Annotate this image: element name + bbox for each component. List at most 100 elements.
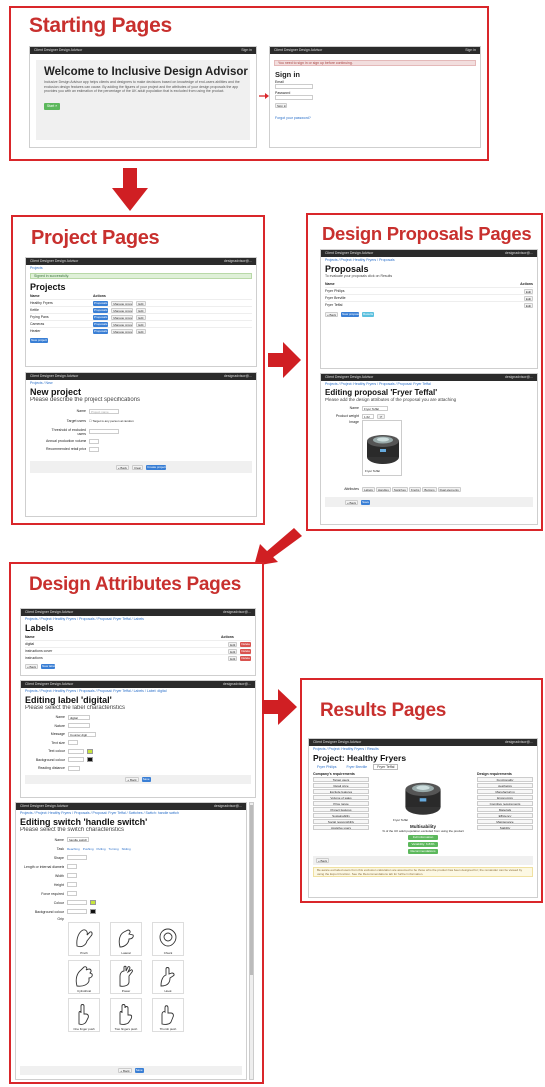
new-proposal-button[interactable]: New proposal	[341, 312, 360, 317]
requirement-item[interactable]: Social responsibility	[313, 819, 369, 824]
grip-option[interactable]: Lateral	[110, 922, 142, 956]
save-button[interactable]: Save	[141, 776, 151, 782]
proposals-button[interactable]: Proposals	[93, 328, 109, 334]
field-input[interactable]	[68, 740, 78, 746]
email-field[interactable]	[275, 84, 313, 89]
colour-swatch[interactable]	[90, 900, 96, 905]
manage-properties-button[interactable]: Manage properties	[111, 314, 134, 320]
proposals-button[interactable]: Proposals	[93, 300, 109, 306]
result-button[interactable]: Recommendations	[408, 849, 438, 854]
proposals-button[interactable]: Proposals	[93, 321, 109, 327]
attribute-button[interactable]: Handles	[375, 486, 391, 492]
requirement-item[interactable]: Materials	[477, 807, 533, 812]
back-button[interactable]: « Back	[125, 776, 139, 782]
field-input[interactable]	[67, 864, 77, 869]
grip-option[interactable]: Two fingers push	[110, 998, 142, 1032]
manage-properties-button[interactable]: Manage properties	[111, 307, 134, 313]
name-input[interactable]: Project name	[89, 408, 119, 414]
edit-button[interactable]: Edit	[523, 295, 533, 301]
field-input[interactable]	[67, 873, 77, 878]
proposals-button[interactable]: Proposals	[93, 307, 109, 313]
create-project-button[interactable]: Create project	[146, 464, 167, 470]
field-input[interactable]	[67, 891, 77, 896]
manage-properties-button[interactable]: Manage properties	[111, 300, 134, 306]
back-button[interactable]: « Back	[115, 464, 129, 470]
grip-option[interactable]: One finger push	[68, 998, 100, 1032]
volume-input[interactable]	[89, 438, 99, 444]
proposals-button[interactable]: Proposals	[93, 314, 109, 320]
task-checkbox[interactable]: Sliding	[122, 847, 131, 851]
grip-option[interactable]: Thumb push	[152, 998, 184, 1032]
field-input[interactable]	[68, 765, 80, 771]
edit-button[interactable]: Edit	[136, 300, 146, 306]
attribute-button[interactable]: Switches	[391, 486, 408, 492]
requirement-item[interactable]: Efficiency	[477, 813, 533, 818]
tab-proposal[interactable]: Fryer Breville	[342, 764, 371, 770]
requirement-item[interactable]: Volume of sales	[313, 795, 369, 800]
tab-proposal[interactable]: Fryer Teffal	[373, 764, 399, 770]
task-checkbox[interactable]: Reaching	[67, 847, 80, 851]
attribute-button[interactable]: Dual elements	[437, 486, 461, 492]
price-input[interactable]	[89, 446, 99, 452]
requirement-item[interactable]: Aesthetics	[477, 783, 533, 788]
requirement-item[interactable]: Ergonomics	[477, 795, 533, 800]
edit-button[interactable]: Edit	[523, 302, 533, 308]
field-input[interactable]	[67, 855, 87, 860]
requirement-item[interactable]: Functionality	[477, 777, 533, 782]
signin-button[interactable]: Sign in	[275, 103, 287, 108]
task-checkbox[interactable]: Pushing	[83, 847, 94, 851]
back-button[interactable]: « Back	[25, 664, 39, 669]
attribute-button[interactable]: Buttons	[422, 486, 437, 492]
field-input[interactable]: Counter digit	[68, 731, 96, 737]
field-input[interactable]: handle switch	[67, 837, 89, 842]
requirement-item[interactable]: Cognitive requirements	[477, 801, 533, 806]
edit-button[interactable]: Edit	[228, 655, 238, 661]
field-input[interactable]	[68, 723, 90, 729]
back-button[interactable]: « Back	[325, 312, 339, 317]
field-input[interactable]: digital	[68, 714, 90, 720]
forgot-password-link[interactable]: Forgot your password?	[275, 116, 475, 120]
requirement-item[interactable]: Manufacturing	[477, 789, 533, 794]
field-input[interactable]	[68, 748, 84, 754]
requirement-item[interactable]: Project features	[313, 807, 369, 812]
attribute-button[interactable]: Knobs	[408, 486, 422, 492]
field-input[interactable]	[68, 757, 84, 763]
clear-button[interactable]: Clear	[132, 464, 144, 470]
colour-swatch[interactable]	[90, 909, 96, 914]
result-button[interactable]: Full information	[408, 835, 438, 840]
attribute-button[interactable]: Labels	[362, 486, 375, 492]
task-checkbox[interactable]: Pulling	[97, 847, 106, 851]
edit-button[interactable]: Edit	[136, 307, 146, 313]
field-input[interactable]	[67, 909, 87, 914]
edit-button[interactable]: Edit	[523, 288, 533, 294]
delete-button[interactable]: Delete	[240, 655, 251, 661]
back-button[interactable]: « Back	[345, 499, 359, 505]
new-label-button[interactable]: New label	[41, 664, 56, 669]
proposal-name-input[interactable]: Fryer Teffal	[362, 405, 388, 411]
grip-option[interactable]: Pinch	[68, 922, 100, 956]
delete-button[interactable]: Delete	[240, 641, 251, 647]
requirement-item[interactable]: Price range	[313, 801, 369, 806]
proposal-weight-input[interactable]: 1.62	[362, 413, 374, 419]
save-button[interactable]: Save	[361, 499, 371, 505]
edit-button[interactable]: Edit	[228, 641, 238, 647]
manage-properties-button[interactable]: Manage properties	[111, 328, 134, 334]
requirement-item[interactable]: Maintenance	[477, 819, 533, 824]
update-button[interactable]: ⟳	[377, 413, 385, 419]
requirement-item[interactable]: Exclude features	[313, 789, 369, 794]
field-input[interactable]	[67, 900, 87, 905]
grip-option[interactable]: Hook	[152, 960, 184, 994]
manage-properties-button[interactable]: Manage properties	[111, 321, 134, 327]
requirement-item[interactable]: Retail price	[313, 783, 369, 788]
grip-option[interactable]: Chuck	[152, 922, 184, 956]
edit-button[interactable]: Edit	[136, 314, 146, 320]
delete-button[interactable]: Delete	[240, 648, 251, 654]
edit-button[interactable]: Edit	[136, 321, 146, 327]
back-button[interactable]: « Back	[118, 1068, 132, 1073]
target-checkbox[interactable]: ☐ Target is any person at random	[89, 419, 134, 423]
grip-option[interactable]: Cylindrical	[68, 960, 100, 994]
grip-option[interactable]: Power	[110, 960, 142, 994]
new-project-button[interactable]: New project	[30, 338, 48, 343]
requirement-item[interactable]: Assistive users	[313, 825, 369, 830]
edit-button[interactable]: Edit	[136, 328, 146, 334]
